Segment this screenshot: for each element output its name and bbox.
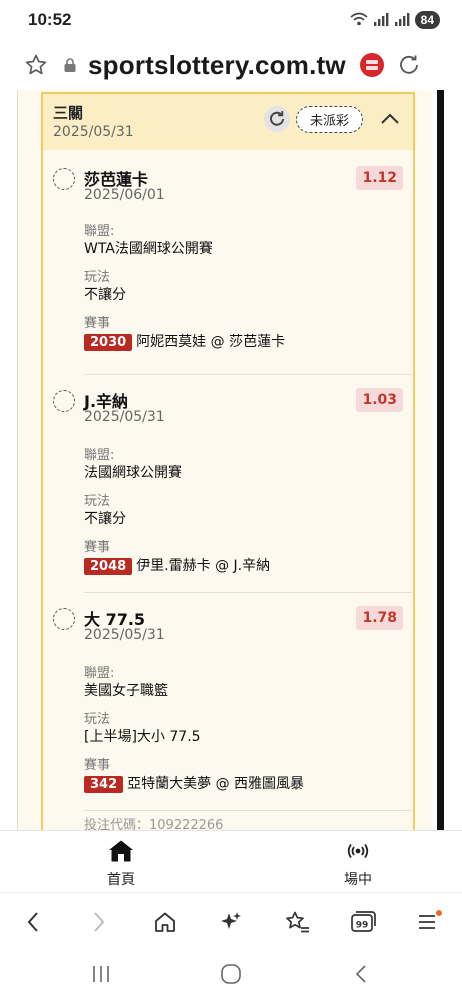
match-code: 2048 (84, 558, 133, 575)
refresh-icon[interactable] (264, 106, 290, 132)
bet-date: 2025/05/31 (84, 409, 165, 425)
left-edge (0, 90, 18, 830)
league-value: 法國網球公開賽 (84, 465, 182, 481)
url-bar: sportslottery.com.tw (0, 40, 462, 90)
forward-icon[interactable] (82, 905, 116, 939)
play-value: 不讓分 (84, 287, 126, 303)
back-nav-icon[interactable] (346, 960, 376, 988)
match-name: 伊里.雷赫卡 @ J.辛納 (136, 558, 271, 574)
league-label: 聯盟: (84, 666, 115, 681)
nav-home-label: 首頁 (107, 872, 135, 888)
nav-home[interactable]: 首頁 (81, 837, 161, 889)
app-bottom-nav: 首頁 場中 (0, 830, 462, 892)
site-logo (359, 53, 384, 77)
star-outline-icon[interactable] (22, 51, 50, 79)
bet-item: 莎芭蓮卡 2025/06/01 1.12 聯盟: WTA法國網球公開賽 玩法 不… (53, 166, 403, 366)
sparkle-icon[interactable] (214, 905, 248, 939)
bet-code-text: 投注代碼：109222266 (84, 818, 224, 830)
system-nav (0, 948, 462, 1000)
card-header[interactable]: 三關 2025/05/31 未派彩 (43, 94, 413, 150)
event-value: 2048 伊里.雷赫卡 @ J.辛納 (84, 555, 270, 575)
chevron-up-icon[interactable] (377, 106, 403, 132)
play-value: [上半場]大小 77.5 (84, 729, 201, 745)
divider (84, 592, 412, 593)
bet-item: J.辛納 2025/05/31 1.03 聯盟: 法國網球公開賽 玩法 不讓分 … (53, 388, 403, 588)
bet-item: 大 77.5 2025/05/31 1.78 聯盟: 美國女子職籃 玩法 [上半… (53, 606, 403, 806)
divider (84, 810, 412, 811)
divider (84, 374, 412, 375)
play-label: 玩法 (84, 712, 111, 727)
lock-icon[interactable] (60, 51, 80, 79)
league-label: 聯盟: (84, 224, 115, 239)
url-text[interactable]: sportslottery.com.tw (88, 50, 346, 81)
status-time: 10:52 (28, 10, 72, 29)
play-label: 玩法 (84, 494, 111, 509)
recent-apps-icon[interactable] (86, 960, 116, 988)
broadcast-icon (318, 837, 398, 865)
bet-radio[interactable] (53, 608, 75, 630)
play-value: 不讓分 (84, 511, 126, 527)
menu-icon[interactable] (412, 905, 446, 939)
play-label: 玩法 (84, 270, 111, 285)
bet-odds: 1.03 (356, 388, 403, 412)
event-label: 賽事 (84, 758, 111, 773)
signal-icon (373, 11, 389, 30)
match-code: 342 (84, 776, 124, 793)
bet-odds: 1.78 (356, 606, 403, 630)
bet-odds: 1.12 (356, 166, 403, 190)
home-circle-icon[interactable] (216, 960, 246, 988)
nav-live-label: 場中 (344, 872, 372, 888)
match-code: 2030 (84, 334, 133, 351)
status-icons: 84 (350, 11, 440, 30)
bet-radio[interactable] (53, 390, 75, 412)
bet-date: 2025/05/31 (84, 627, 165, 643)
status-bar: 10:52 84 (0, 0, 462, 40)
status-badge: 未派彩 (296, 106, 364, 133)
nav-live[interactable]: 場中 (318, 837, 398, 889)
bookmark-star-icon[interactable] (280, 905, 314, 939)
battery-badge: 84 (414, 11, 440, 29)
wifi-icon (350, 11, 368, 30)
event-value: 342 亞特蘭大美夢 @ 西雅圖風暴 (84, 773, 304, 793)
parlay-card: 三關 2025/05/31 未派彩 莎芭蓮卡 2025/06/01 1.12 聯… (41, 92, 415, 830)
league-value: WTA法國網球公開賽 (84, 241, 213, 257)
tabs-icon[interactable]: 99 (346, 905, 380, 939)
tabs-count: 99 (356, 921, 369, 931)
event-value: 2030 阿妮西莫娃 @ 莎芭蓮卡 (84, 331, 285, 351)
web-content: 三關 2025/05/31 未派彩 莎芭蓮卡 2025/06/01 1.12 聯… (0, 90, 462, 830)
bet-radio[interactable] (53, 168, 75, 190)
home-outline-icon[interactable] (148, 905, 182, 939)
reload-icon[interactable] (394, 50, 424, 80)
bet-date: 2025/06/01 (84, 187, 165, 203)
match-name: 阿妮西莫娃 @ 莎芭蓮卡 (136, 334, 286, 350)
browser-toolbar: 99 (0, 892, 462, 948)
match-name: 亞特蘭大美夢 @ 西雅圖風暴 (127, 776, 305, 792)
home-icon (81, 837, 161, 865)
signal-icon (394, 11, 410, 30)
event-label: 賽事 (84, 316, 111, 331)
back-icon[interactable] (16, 905, 50, 939)
league-value: 美國女子職籃 (84, 683, 168, 699)
event-label: 賽事 (84, 540, 111, 555)
league-label: 聯盟: (84, 448, 115, 463)
right-edge (432, 90, 462, 830)
